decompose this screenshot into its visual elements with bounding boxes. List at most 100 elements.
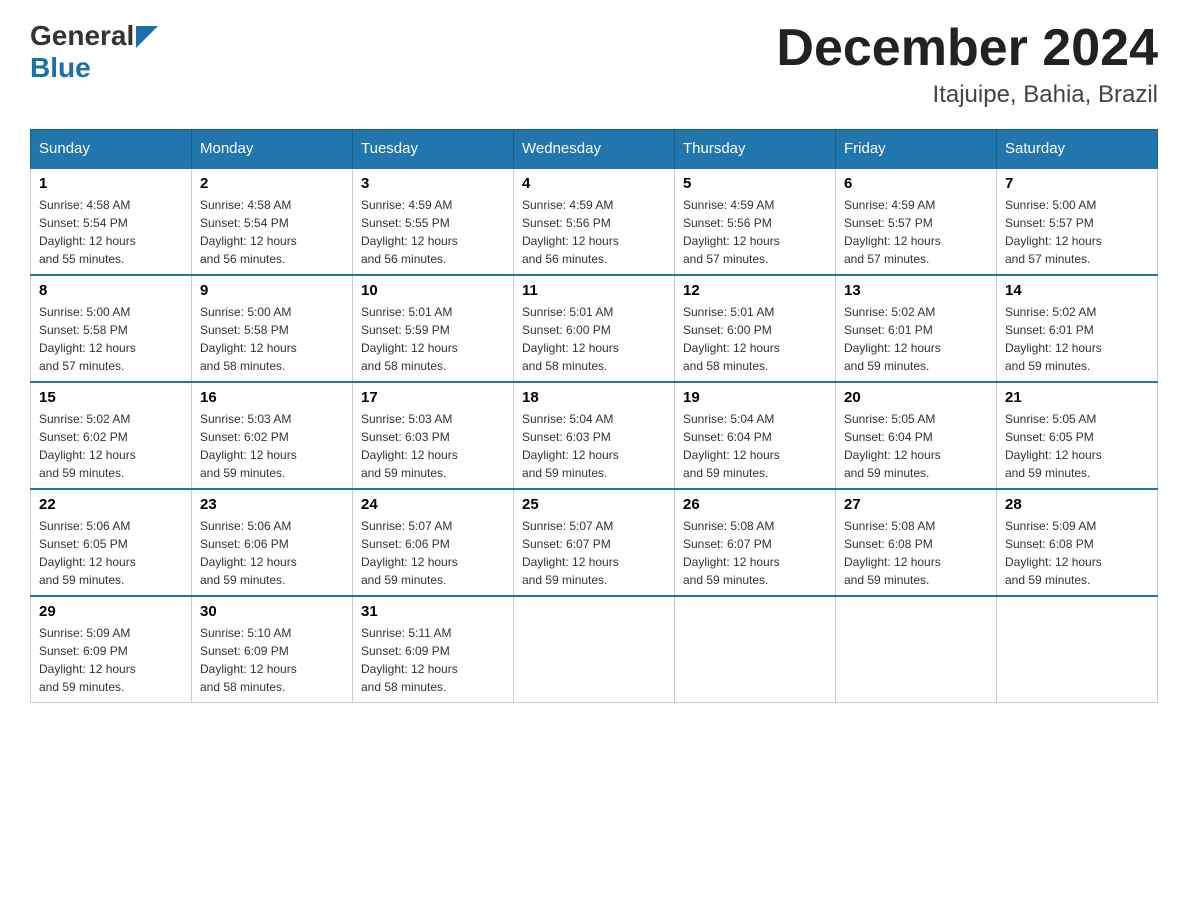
day-number: 18 — [522, 389, 666, 406]
day-number: 23 — [200, 496, 344, 513]
day-number: 6 — [844, 175, 988, 192]
calendar-cell: 8 Sunrise: 5:00 AMSunset: 5:58 PMDaylight… — [31, 275, 192, 382]
day-info: Sunrise: 5:09 AMSunset: 6:09 PMDaylight:… — [39, 624, 183, 696]
calendar-cell: 23 Sunrise: 5:06 AMSunset: 6:06 PMDayligh… — [192, 489, 353, 596]
day-info: Sunrise: 5:00 AMSunset: 5:58 PMDaylight:… — [39, 303, 183, 375]
logo-triangle-icon — [136, 26, 158, 48]
day-info: Sunrise: 5:00 AMSunset: 5:58 PMDaylight:… — [200, 303, 344, 375]
day-number: 28 — [1005, 496, 1149, 513]
day-info: Sunrise: 5:01 AMSunset: 6:00 PMDaylight:… — [522, 303, 666, 375]
day-number: 1 — [39, 175, 183, 192]
day-info: Sunrise: 5:09 AMSunset: 6:08 PMDaylight:… — [1005, 517, 1149, 589]
day-number: 4 — [522, 175, 666, 192]
calendar-cell: 25 Sunrise: 5:07 AMSunset: 6:07 PMDayligh… — [514, 489, 675, 596]
calendar-header: SundayMondayTuesdayWednesdayThursdayFrid… — [31, 130, 1158, 169]
calendar-cell: 9 Sunrise: 5:00 AMSunset: 5:58 PMDaylight… — [192, 275, 353, 382]
calendar-body: 1 Sunrise: 4:58 AMSunset: 5:54 PMDaylight… — [31, 168, 1158, 703]
calendar-cell: 15 Sunrise: 5:02 AMSunset: 6:02 PMDayligh… — [31, 382, 192, 489]
day-info: Sunrise: 5:06 AMSunset: 6:06 PMDaylight:… — [200, 517, 344, 589]
calendar-cell: 12Sunrise: 5:01 AMSunset: 6:00 PMDayligh… — [675, 275, 836, 382]
day-number: 31 — [361, 603, 505, 620]
day-info: Sunrise: 4:58 AMSunset: 5:54 PMDaylight:… — [39, 196, 183, 268]
title-section: December 2024 Itajuipe, Bahia, Brazil — [776, 20, 1158, 109]
day-info: Sunrise: 5:02 AMSunset: 6:01 PMDaylight:… — [1005, 303, 1149, 375]
header-cell-wednesday: Wednesday — [514, 130, 675, 169]
day-info: Sunrise: 5:10 AMSunset: 6:09 PMDaylight:… — [200, 624, 344, 696]
header-cell-tuesday: Tuesday — [353, 130, 514, 169]
day-number: 16 — [200, 389, 344, 406]
day-info: Sunrise: 5:02 AMSunset: 6:02 PMDaylight:… — [39, 410, 183, 482]
calendar-week-5: 29 Sunrise: 5:09 AMSunset: 6:09 PMDayligh… — [31, 596, 1158, 703]
header-cell-saturday: Saturday — [997, 130, 1158, 169]
calendar-cell: 21 Sunrise: 5:05 AMSunset: 6:05 PMDayligh… — [997, 382, 1158, 489]
day-info: Sunrise: 5:04 AMSunset: 6:04 PMDaylight:… — [683, 410, 827, 482]
day-info: Sunrise: 5:07 AMSunset: 6:06 PMDaylight:… — [361, 517, 505, 589]
day-info: Sunrise: 5:00 AMSunset: 5:57 PMDaylight:… — [1005, 196, 1149, 268]
day-info: Sunrise: 5:03 AMSunset: 6:03 PMDaylight:… — [361, 410, 505, 482]
day-info: Sunrise: 5:03 AMSunset: 6:02 PMDaylight:… — [200, 410, 344, 482]
calendar-week-4: 22Sunrise: 5:06 AMSunset: 6:05 PMDayligh… — [31, 489, 1158, 596]
calendar-cell: 5 Sunrise: 4:59 AMSunset: 5:56 PMDaylight… — [675, 168, 836, 275]
calendar-cell: 17Sunrise: 5:03 AMSunset: 6:03 PMDayligh… — [353, 382, 514, 489]
month-title: December 2024 — [776, 20, 1158, 77]
day-number: 27 — [844, 496, 988, 513]
day-number: 11 — [522, 282, 666, 299]
day-info: Sunrise: 4:59 AMSunset: 5:56 PMDaylight:… — [522, 196, 666, 268]
calendar-cell — [675, 596, 836, 703]
header-row: SundayMondayTuesdayWednesdayThursdayFrid… — [31, 130, 1158, 169]
day-number: 24 — [361, 496, 505, 513]
day-info: Sunrise: 4:58 AMSunset: 5:54 PMDaylight:… — [200, 196, 344, 268]
logo-blue-text: Blue — [30, 52, 91, 83]
calendar-cell: 31 Sunrise: 5:11 AMSunset: 6:09 PMDayligh… — [353, 596, 514, 703]
day-info: Sunrise: 5:08 AMSunset: 6:07 PMDaylight:… — [683, 517, 827, 589]
day-info: Sunrise: 4:59 AMSunset: 5:57 PMDaylight:… — [844, 196, 988, 268]
header-cell-monday: Monday — [192, 130, 353, 169]
day-info: Sunrise: 5:07 AMSunset: 6:07 PMDaylight:… — [522, 517, 666, 589]
calendar-cell: 19 Sunrise: 5:04 AMSunset: 6:04 PMDayligh… — [675, 382, 836, 489]
calendar-cell: 22Sunrise: 5:06 AMSunset: 6:05 PMDayligh… — [31, 489, 192, 596]
logo: General Blue — [30, 20, 158, 84]
header-cell-thursday: Thursday — [675, 130, 836, 169]
day-number: 15 — [39, 389, 183, 406]
calendar-cell: 26Sunrise: 5:08 AMSunset: 6:07 PMDayligh… — [675, 489, 836, 596]
day-info: Sunrise: 5:02 AMSunset: 6:01 PMDaylight:… — [844, 303, 988, 375]
calendar-cell: 14 Sunrise: 5:02 AMSunset: 6:01 PMDayligh… — [997, 275, 1158, 382]
day-number: 8 — [39, 282, 183, 299]
day-number: 9 — [200, 282, 344, 299]
calendar-table: SundayMondayTuesdayWednesdayThursdayFrid… — [30, 129, 1158, 703]
day-info: Sunrise: 5:01 AMSunset: 5:59 PMDaylight:… — [361, 303, 505, 375]
calendar-cell: 13Sunrise: 5:02 AMSunset: 6:01 PMDayligh… — [836, 275, 997, 382]
day-number: 22 — [39, 496, 183, 513]
day-number: 2 — [200, 175, 344, 192]
calendar-week-2: 8 Sunrise: 5:00 AMSunset: 5:58 PMDaylight… — [31, 275, 1158, 382]
day-info: Sunrise: 5:01 AMSunset: 6:00 PMDaylight:… — [683, 303, 827, 375]
day-number: 10 — [361, 282, 505, 299]
day-number: 7 — [1005, 175, 1149, 192]
day-info: Sunrise: 5:11 AMSunset: 6:09 PMDaylight:… — [361, 624, 505, 696]
calendar-cell: 30Sunrise: 5:10 AMSunset: 6:09 PMDayligh… — [192, 596, 353, 703]
calendar-cell: 10 Sunrise: 5:01 AMSunset: 5:59 PMDayligh… — [353, 275, 514, 382]
day-info: Sunrise: 5:05 AMSunset: 6:05 PMDaylight:… — [1005, 410, 1149, 482]
calendar-cell: 28 Sunrise: 5:09 AMSunset: 6:08 PMDayligh… — [997, 489, 1158, 596]
day-number: 29 — [39, 603, 183, 620]
calendar-week-3: 15 Sunrise: 5:02 AMSunset: 6:02 PMDayligh… — [31, 382, 1158, 489]
day-number: 5 — [683, 175, 827, 192]
calendar-cell: 27 Sunrise: 5:08 AMSunset: 6:08 PMDayligh… — [836, 489, 997, 596]
day-number: 25 — [522, 496, 666, 513]
header-cell-friday: Friday — [836, 130, 997, 169]
day-number: 21 — [1005, 389, 1149, 406]
calendar-cell: 16 Sunrise: 5:03 AMSunset: 6:02 PMDayligh… — [192, 382, 353, 489]
day-number: 14 — [1005, 282, 1149, 299]
page-header: General Blue December 2024 Itajuipe, Bah… — [30, 20, 1158, 109]
calendar-cell — [836, 596, 997, 703]
day-info: Sunrise: 5:08 AMSunset: 6:08 PMDaylight:… — [844, 517, 988, 589]
location-title: Itajuipe, Bahia, Brazil — [776, 81, 1158, 109]
calendar-cell: 11 Sunrise: 5:01 AMSunset: 6:00 PMDayligh… — [514, 275, 675, 382]
day-number: 19 — [683, 389, 827, 406]
day-number: 20 — [844, 389, 988, 406]
day-info: Sunrise: 5:04 AMSunset: 6:03 PMDaylight:… — [522, 410, 666, 482]
logo-general-text: General — [30, 20, 134, 52]
day-info: Sunrise: 5:05 AMSunset: 6:04 PMDaylight:… — [844, 410, 988, 482]
day-info: Sunrise: 4:59 AMSunset: 5:56 PMDaylight:… — [683, 196, 827, 268]
calendar-cell: 4 Sunrise: 4:59 AMSunset: 5:56 PMDaylight… — [514, 168, 675, 275]
